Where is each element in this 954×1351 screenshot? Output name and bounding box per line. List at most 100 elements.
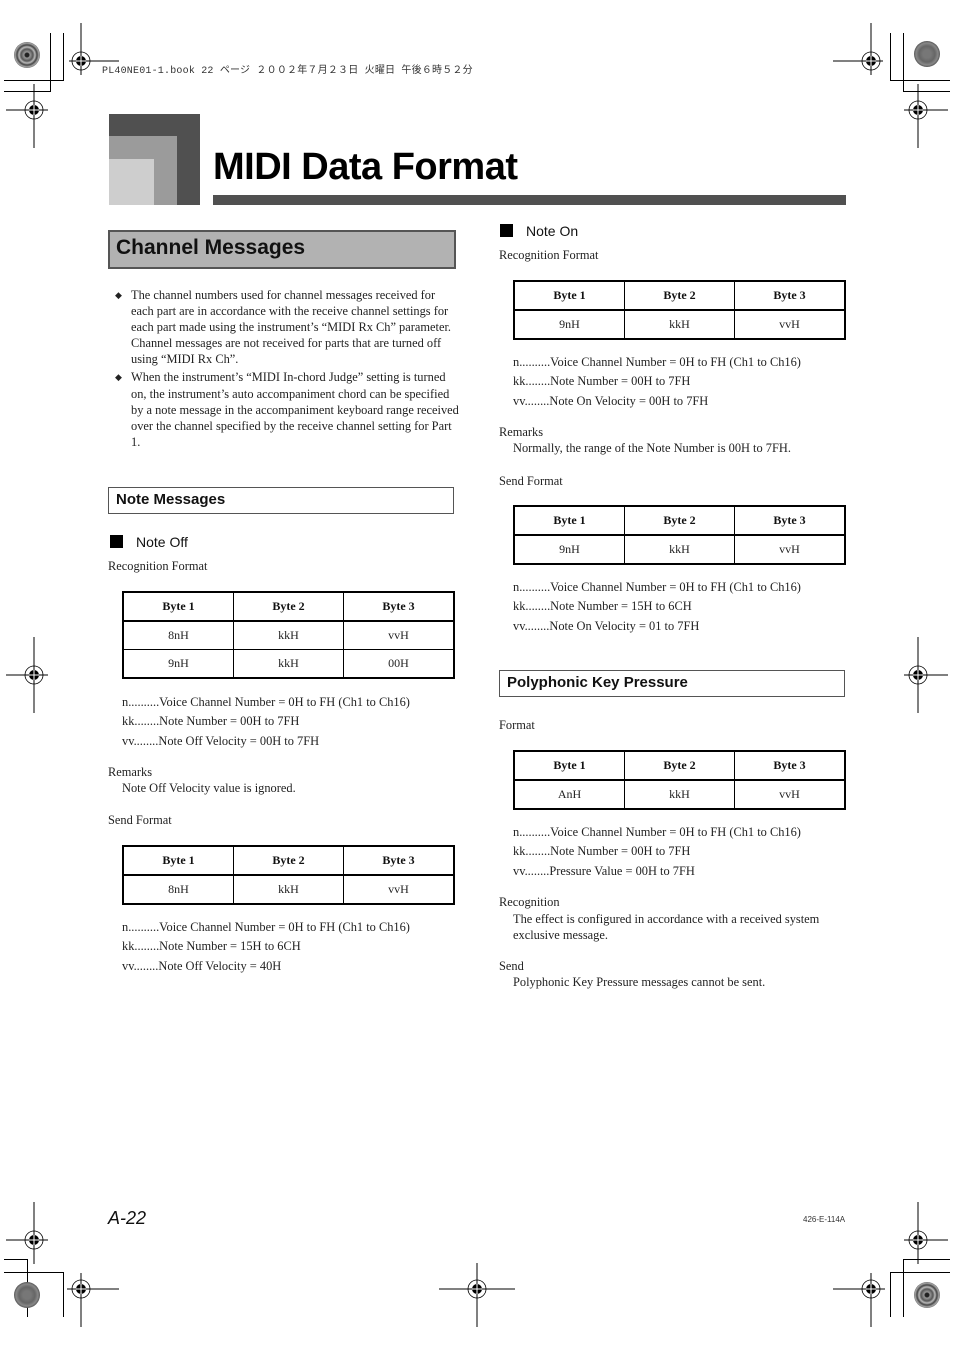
table-header-cell: Byte 2 [624,750,735,781]
send-text: Polyphonic Key Pressure messages cannot … [513,975,766,989]
table-row: 9nH kkH 00H [122,649,455,679]
table-header-row: Byte 1 Byte 2 Byte 3 [122,591,455,622]
recognition-text: The effect is configured in accordance w… [513,912,820,942]
definition-item: n..........Voice Channel Number = 0H to … [513,580,801,594]
definition-list: n..........Voice Channel Number = 0H to … [513,578,801,636]
registration-mark-icon [880,637,954,713]
recognition-format-label: Recognition Format [499,248,599,262]
table-cell: kkH [624,309,735,340]
definition-item: vv........Note On Velocity = 00H to 7FH [513,393,709,408]
bullet-item: ◆ When the instrument’s “MIDI In-chord J… [115,369,460,449]
registration-mark-icon [0,72,72,148]
table-row: 8nH kkH vvH [122,874,455,905]
note-off-heading: Note Off [110,534,188,550]
definition-item: kk........Note Number = 00H to 7FH [122,714,300,729]
square-bullet-icon [110,535,123,548]
table-cell: vvH [734,779,846,810]
table-header-cell: Byte 1 [122,845,234,876]
table-cell: 00H [343,649,455,679]
registration-mark-icon [0,637,72,713]
note-on-send-table: Byte 1 Byte 2 Byte 3 9nH kkH vvH [513,505,846,565]
table-cell: vvH [734,309,846,340]
table-header-row: Byte 1 Byte 2 Byte 3 [122,845,455,876]
color-target-icon [14,42,40,68]
color-target-icon [914,41,940,67]
definition-list: n..........Voice Channel Number = 0H to … [122,693,410,751]
bullet-text: The channel numbers used for channel mes… [131,288,451,367]
registration-mark-icon [833,1251,909,1327]
table-cell: kkH [233,874,344,905]
bullet-item: ◆ The channel numbers used for channel m… [115,287,460,367]
recognition-format-label: Recognition Format [108,559,208,573]
table-header-cell: Byte 2 [233,845,344,876]
table-cell: vvH [734,534,846,565]
definition-item: n..........Voice Channel Number = 0H to … [122,695,410,709]
table-header-cell: Byte 3 [343,591,455,622]
definition-list: n..........Voice Channel Number = 0H to … [513,353,801,411]
definition-item: n..........Voice Channel Number = 0H to … [122,920,410,934]
color-target-icon [14,1282,40,1308]
table-cell: vvH [343,620,455,650]
title-square-light [109,159,154,205]
remarks-text: Normally, the range of the Note Number i… [513,441,791,455]
send-label: Send [499,959,524,973]
definition-list: n..........Voice Channel Number = 0H to … [122,918,410,976]
table-header-cell: Byte 2 [624,280,735,311]
subsection-title: Polyphonic Key Pressure [507,674,688,691]
definition-item: kk........Note Number = 00H to 7FH [513,844,691,859]
table-cell: kkH [233,620,344,650]
registration-mark-icon [43,1251,119,1327]
definition-item: kk........Note Number = 15H to 6CH [122,939,301,954]
table-header-cell: Byte 2 [233,591,344,622]
note-on-recognition-table: Byte 1 Byte 2 Byte 3 9nH kkH vvH [513,280,846,340]
document-code: 426-E-114A [803,1215,846,1224]
table-cell: 8nH [122,874,234,905]
format-label: Format [499,718,535,732]
table-header-cell: Byte 1 [513,750,625,781]
remarks-label: Remarks [499,425,544,439]
definition-item: vv........Note Off Velocity = 40H [122,958,282,973]
color-target-icon [914,1282,940,1308]
table-cell: kkH [233,649,344,679]
heading-text: Note Off [136,534,188,550]
heading-text: Note On [526,223,579,239]
table-header-cell: Byte 3 [343,845,455,876]
definition-item: n..........Voice Channel Number = 0H to … [513,355,801,369]
table-header-cell: Byte 1 [513,280,625,311]
table-row: 8nH kkH vvH [122,620,455,650]
definition-item: kk........Note Number = 15H to 6CH [513,599,692,614]
poly-pressure-table: Byte 1 Byte 2 Byte 3 AnH kkH vvH [513,750,846,810]
section-header-polyphonic-key-pressure: Polyphonic Key Pressure [499,670,845,697]
note-on-heading: Note On [500,223,578,239]
table-header-row: Byte 1 Byte 2 Byte 3 [513,280,846,311]
table-header-cell: Byte 3 [734,505,846,536]
page-title: MIDI Data Format [213,146,518,188]
table-cell: 9nH [513,309,625,340]
section-header-note-messages: Note Messages [108,487,454,514]
table-row: 9nH kkH vvH [513,534,846,565]
send-format-label: Send Format [499,474,563,488]
table-row: 9nH kkH vvH [513,309,846,340]
definition-item: vv........Note Off Velocity = 00H to 7FH [122,733,320,748]
registration-mark-icon [439,1251,515,1327]
section-header-channel-messages: Channel Messages [108,230,456,269]
diamond-bullet-icon: ◆ [115,290,122,300]
table-header-row: Byte 1 Byte 2 Byte 3 [513,505,846,536]
remarks-label: Remarks [108,765,153,779]
remarks-text: Note Off Velocity value is ignored. [122,781,296,795]
table-cell: kkH [624,534,735,565]
note-off-recognition-table: Byte 1 Byte 2 Byte 3 8nH kkH vvH 9nH kkH… [122,591,455,679]
subsection-title: Note Messages [116,491,226,508]
table-cell: vvH [343,874,455,905]
print-header-text: PL40NE01-1.book 22 ページ ２００２年７月２３日 火曜日 午後… [102,66,473,77]
table-header-cell: Byte 3 [734,750,846,781]
table-cell: AnH [513,779,625,810]
table-cell: 8nH [122,620,234,650]
section-title: Channel Messages [116,236,306,259]
page-number: A-22 [108,1208,147,1228]
recognition-label: Recognition [499,895,560,909]
definition-list: n..........Voice Channel Number = 0H to … [513,823,801,881]
diamond-bullet-icon: ◆ [115,372,122,383]
table-header-row: Byte 1 Byte 2 Byte 3 [513,750,846,781]
bullet-text: When the instrument’s “MIDI In-chord Jud… [131,370,459,449]
